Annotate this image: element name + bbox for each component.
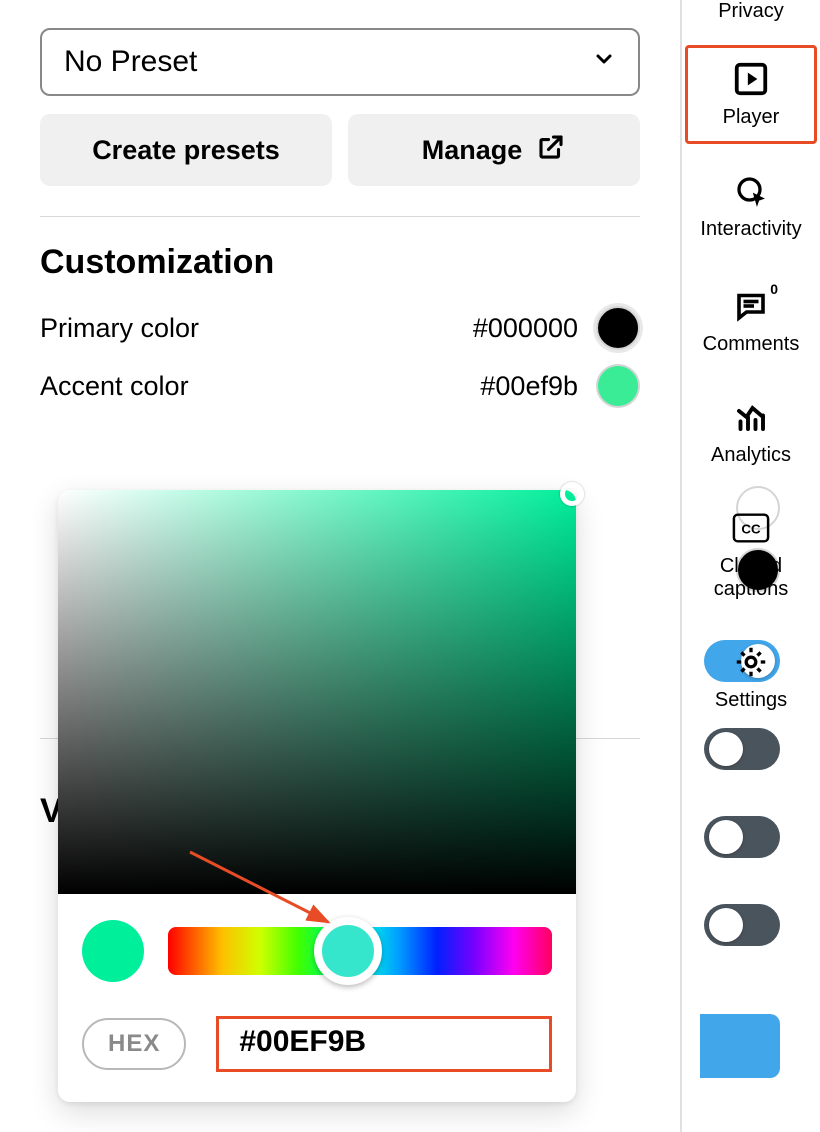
right-sidebar: Privacy Player Interactivity 0 Comments … — [680, 0, 820, 1132]
accent-color-row: Accent color #00ef9b — [40, 364, 640, 408]
sidebar-item-label: Privacy — [718, 0, 784, 23]
accent-color-value: #00ef9b — [480, 371, 578, 402]
preset-buttons-row: Create presets Manage — [40, 114, 640, 186]
sidebar-item-label: Analytics — [711, 444, 791, 467]
sidebar-item-privacy[interactable]: Privacy — [682, 0, 820, 41]
sidebar-item-label: Closed captions — [682, 555, 820, 601]
cc-icon: CC — [732, 509, 770, 547]
preset-selected-label: No Preset — [64, 45, 197, 79]
svg-text:CC: CC — [741, 522, 761, 537]
sv-cursor[interactable] — [560, 482, 584, 506]
sidebar-item-interactivity[interactable]: Interactivity — [682, 162, 820, 259]
create-presets-button[interactable]: Create presets — [40, 114, 332, 186]
hue-slider-thumb[interactable] — [314, 917, 382, 985]
saturation-value-field[interactable] — [58, 490, 576, 894]
hue-preview-swatch — [82, 920, 144, 982]
manage-presets-label: Manage — [422, 135, 523, 166]
manage-presets-button[interactable]: Manage — [348, 114, 640, 186]
divider — [40, 216, 640, 217]
preset-select[interactable]: No Preset — [40, 28, 640, 96]
chevron-down-icon — [592, 45, 616, 79]
gear-icon — [732, 643, 770, 681]
create-presets-label: Create presets — [92, 135, 280, 166]
primary-color-label: Primary color — [40, 313, 473, 344]
hue-row — [82, 920, 552, 982]
color-picker-popover: HEX — [58, 490, 576, 1102]
sidebar-item-analytics[interactable]: Analytics — [682, 388, 820, 485]
sidebar-item-label: Player — [723, 106, 780, 129]
primary-color-swatch[interactable] — [596, 306, 640, 350]
accent-color-swatch[interactable] — [596, 364, 640, 408]
hue-slider[interactable] — [168, 927, 552, 975]
sidebar-item-player[interactable]: Player — [685, 45, 817, 144]
cursor-click-icon — [732, 172, 770, 210]
section-title-customization: Customization — [40, 243, 640, 282]
sidebar-item-label: Comments — [703, 333, 800, 356]
sidebar-item-label: Interactivity — [700, 218, 801, 241]
primary-color-value: #000000 — [473, 313, 578, 344]
hex-value-annotation-box — [216, 1016, 552, 1072]
sidebar-item-label: Settings — [715, 689, 787, 712]
hex-row: HEX — [82, 1016, 552, 1072]
primary-color-row: Primary color #000000 — [40, 306, 640, 350]
accent-color-label: Accent color — [40, 371, 480, 402]
external-link-icon — [536, 132, 566, 169]
sidebar-item-comments[interactable]: 0 Comments — [682, 277, 820, 374]
hex-mode-pill[interactable]: HEX — [82, 1018, 186, 1070]
analytics-icon — [732, 398, 770, 436]
comments-icon: 0 — [732, 287, 770, 325]
sidebar-item-settings[interactable]: Settings — [682, 633, 820, 730]
sidebar-item-closed-captions[interactable]: CC Closed captions — [682, 499, 820, 619]
player-icon — [732, 60, 770, 98]
hex-value-input[interactable] — [239, 1025, 529, 1059]
